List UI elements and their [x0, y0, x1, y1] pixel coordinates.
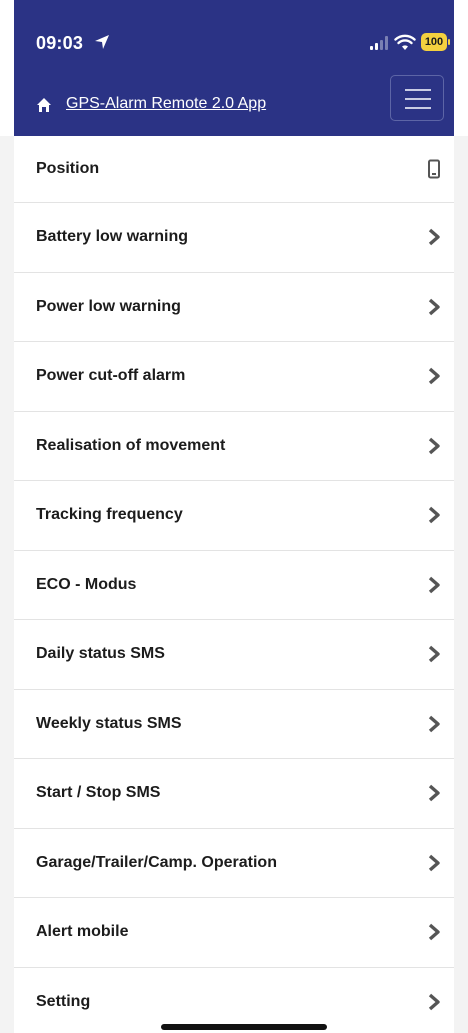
- list-item-daily-status-sms[interactable]: Daily status SMS: [14, 620, 454, 690]
- chevron-right-icon: [428, 784, 440, 802]
- hamburger-menu-button[interactable]: [390, 75, 444, 121]
- chevron-right-icon: [428, 506, 440, 524]
- list-item-label: Realisation of movement: [36, 436, 226, 454]
- list-item-label: Setting: [36, 993, 91, 1011]
- list-item-label: Battery low warning: [36, 228, 189, 246]
- list-item-position[interactable]: Position: [14, 136, 454, 203]
- wifi-icon: [394, 34, 416, 50]
- list-item-battery-low-warning[interactable]: Battery low warning: [14, 203, 454, 273]
- home-indicator[interactable]: [161, 1024, 327, 1030]
- list-item-label: Garage/Trailer/Camp. Operation: [36, 853, 277, 871]
- list-item-weekly-status-sms[interactable]: Weekly status SMS: [14, 690, 454, 759]
- battery-level: 100: [421, 33, 447, 51]
- chevron-right-icon: [428, 576, 440, 594]
- app-screen: 09:03 100 GPS-Alarm Remote 2.0 App Posit…: [0, 0, 468, 1033]
- list-item-label: Weekly status SMS: [36, 714, 182, 732]
- list-item-label: Power cut-off alarm: [36, 367, 186, 385]
- navbar: GPS-Alarm Remote 2.0 App: [14, 75, 454, 136]
- battery-cap: [448, 39, 450, 45]
- right-gutter: [454, 136, 468, 1033]
- list-item-alert-mobile[interactable]: Alert mobile: [14, 898, 454, 968]
- chevron-right-icon: [428, 437, 440, 455]
- menu-bar-icon: [405, 98, 431, 100]
- chevron-right-icon: [428, 298, 440, 316]
- list-item-label: ECO - Modus: [36, 575, 137, 593]
- list-item-label: Power low warning: [36, 297, 181, 315]
- app-title-link[interactable]: GPS-Alarm Remote 2.0 App: [66, 95, 266, 113]
- list-item-power-cutoff-alarm[interactable]: Power cut-off alarm: [14, 342, 454, 412]
- list-item-realisation-of-movement[interactable]: Realisation of movement: [14, 412, 454, 481]
- phone-icon: [428, 159, 440, 179]
- menu-bar-icon: [405, 89, 431, 91]
- location-arrow-icon: [95, 35, 109, 49]
- settings-list: Position Battery low warning Power low w…: [14, 136, 454, 1033]
- menu-bar-icon: [405, 107, 431, 109]
- status-time: 09:03: [36, 33, 84, 53]
- app-header: 09:03 100 GPS-Alarm Remote 2.0 App: [14, 0, 454, 136]
- chevron-right-icon: [428, 645, 440, 663]
- list-item-label: Start / Stop SMS: [36, 784, 161, 802]
- chevron-right-icon: [428, 923, 440, 941]
- list-item-garage-trailer-camp-operation[interactable]: Garage/Trailer/Camp. Operation: [14, 829, 454, 898]
- list-item-power-low-warning[interactable]: Power low warning: [14, 273, 454, 342]
- battery-icon: 100: [421, 33, 451, 51]
- cellular-signal-icon: [370, 36, 388, 50]
- left-gutter: [0, 136, 14, 1033]
- list-item-label: Position: [36, 160, 100, 177]
- list-item-label: Daily status SMS: [36, 645, 165, 663]
- home-icon[interactable]: [36, 97, 52, 113]
- list-item-eco-modus[interactable]: ECO - Modus: [14, 551, 454, 620]
- chevron-right-icon: [428, 367, 440, 385]
- chevron-right-icon: [428, 228, 440, 246]
- list-item-label: Alert mobile: [36, 923, 129, 941]
- list-item-tracking-frequency[interactable]: Tracking frequency: [14, 481, 454, 551]
- chevron-right-icon: [428, 993, 440, 1011]
- list-item-label: Tracking frequency: [36, 506, 183, 524]
- list-item-start-stop-sms[interactable]: Start / Stop SMS: [14, 759, 454, 829]
- chevron-right-icon: [428, 854, 440, 872]
- chevron-right-icon: [428, 715, 440, 733]
- status-bar: 09:03 100: [14, 0, 454, 80]
